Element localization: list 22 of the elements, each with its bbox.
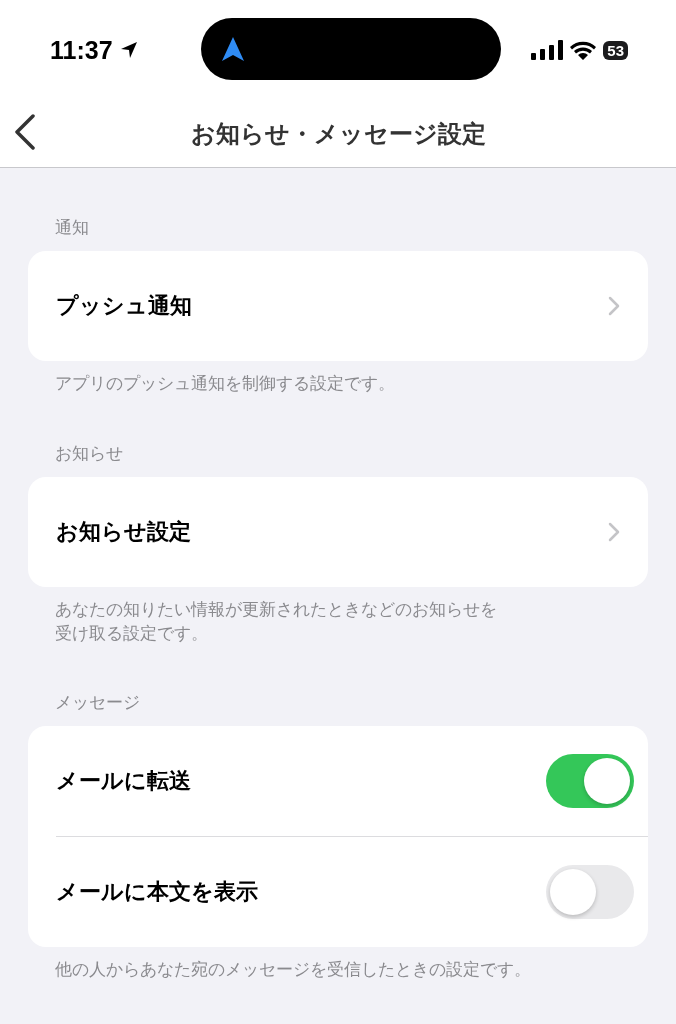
battery-indicator: 53 xyxy=(603,40,628,60)
status-time: 11:37 xyxy=(50,35,113,65)
navigation-arrow-icon xyxy=(220,36,245,62)
wifi-icon xyxy=(569,40,598,60)
setting-label: メールに転送 xyxy=(56,767,191,796)
setting-label[interactable]: プッシュ通知 xyxy=(56,291,192,321)
section-footer: アプリのプッシュ通知を制御する設定です。 xyxy=(55,373,395,393)
section-header: 通知 xyxy=(54,216,90,239)
toggle-switch[interactable] xyxy=(546,865,634,920)
section-header: お知らせ xyxy=(54,441,124,465)
toggle-switch[interactable] xyxy=(546,754,634,809)
section-footer: あなたの知りたい情報が更新されたときなどのお知らせを xyxy=(55,598,497,619)
chevron-icon xyxy=(608,296,620,316)
section-footer: 受け取る設定です。 xyxy=(55,622,208,643)
back-icon[interactable] xyxy=(14,114,36,150)
section-footer: 他の人からあなた宛のメッセージを受信したときの設定です。 xyxy=(55,959,531,980)
setting-label: メールに本文を表示 xyxy=(56,878,258,907)
setting-label[interactable]: お知らせ設定 xyxy=(56,516,191,547)
section-header: メッセージ xyxy=(54,691,141,715)
screen-title: お知らせ・メッセージ設定 xyxy=(190,118,486,150)
signal-icon xyxy=(531,40,564,60)
chevron-icon xyxy=(608,521,620,542)
